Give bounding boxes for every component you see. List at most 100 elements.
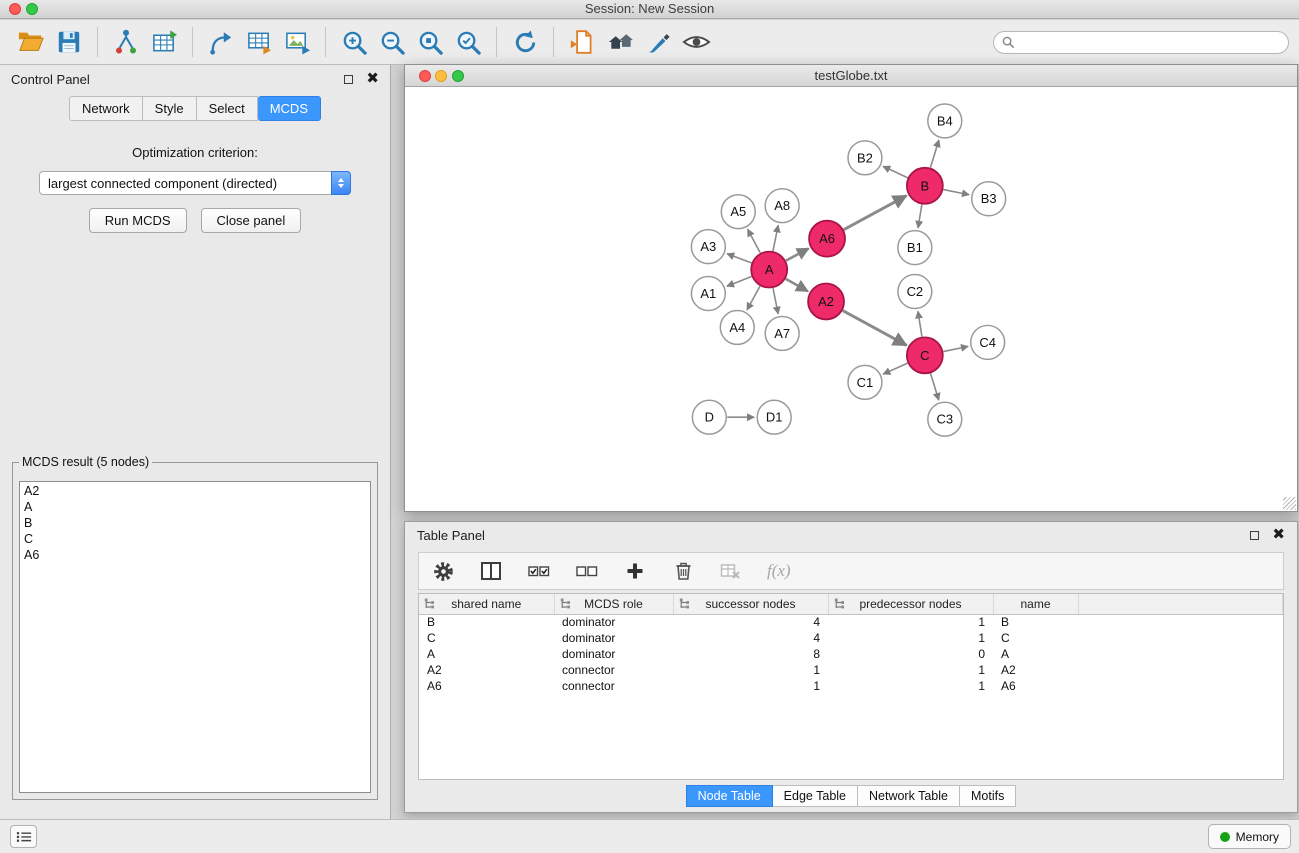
graph-edge-A-A2[interactable]	[786, 279, 808, 291]
graph-edge-A6-B[interactable]	[844, 196, 907, 230]
table-cell[interactable]: B	[419, 614, 554, 630]
table-cell[interactable]: B	[993, 614, 1078, 630]
table-row[interactable]: Cdominator41C	[419, 630, 1283, 646]
graph-edge-A-A8[interactable]	[773, 225, 778, 251]
table-cell[interactable]: 8	[673, 646, 828, 662]
mcds-result-item[interactable]: C	[24, 531, 366, 547]
graph-node-A2[interactable]: A2	[808, 284, 844, 320]
delete-table-icon[interactable]	[719, 559, 743, 583]
table-cell[interactable]: C	[419, 630, 554, 646]
table-cell[interactable]: A2	[419, 662, 554, 678]
table-cell[interactable]: C	[993, 630, 1078, 646]
graph-edge-A-A1[interactable]	[727, 277, 752, 287]
graph-node-A5[interactable]: A5	[721, 195, 755, 229]
table-cell[interactable]: 4	[673, 630, 828, 646]
show-panels-button[interactable]	[10, 825, 37, 848]
graph-node-B4[interactable]: B4	[928, 104, 962, 138]
graph-node-A4[interactable]: A4	[720, 310, 754, 344]
network-window-titlebar[interactable]: testGlobe.txt	[405, 65, 1297, 87]
table-row[interactable]: A6connector11A6	[419, 678, 1283, 694]
graph-node-C2[interactable]: C2	[898, 275, 932, 309]
open-session-icon[interactable]	[563, 24, 601, 60]
float-panel-icon[interactable]	[344, 75, 353, 84]
function-builder-icon[interactable]: f(x)	[767, 561, 791, 581]
graph-node-A1[interactable]: A1	[691, 277, 725, 311]
graph-edge-C-C3[interactable]	[931, 373, 939, 400]
graph-node-A8[interactable]: A8	[765, 189, 799, 223]
graph-node-D1[interactable]: D1	[757, 400, 791, 434]
tab-motifs[interactable]: Motifs	[960, 785, 1016, 807]
home-icon[interactable]	[601, 24, 639, 60]
table-row[interactable]: Adominator80A	[419, 646, 1283, 662]
float-table-panel-icon[interactable]	[1250, 531, 1259, 540]
graph-edge-B-B4[interactable]	[930, 140, 938, 168]
table-cell[interactable]: dominator	[554, 614, 673, 630]
graph-node-B2[interactable]: B2	[848, 141, 882, 175]
delete-column-icon[interactable]	[671, 559, 695, 583]
open-folder-icon[interactable]	[12, 24, 50, 60]
settings-gear-icon[interactable]	[431, 559, 455, 583]
graph-node-C3[interactable]: C3	[928, 402, 962, 436]
tab-mcds[interactable]: MCDS	[258, 96, 321, 121]
import-table-icon[interactable]	[145, 24, 183, 60]
graph-node-A[interactable]: A	[751, 252, 787, 288]
graph-node-B1[interactable]: B1	[898, 231, 932, 265]
table-cell[interactable]: 1	[828, 630, 993, 646]
close-panel-button[interactable]: Close panel	[201, 208, 302, 233]
table-row[interactable]: A2connector11A2	[419, 662, 1283, 678]
graph-edge-A-A6[interactable]	[786, 249, 809, 261]
table-cell[interactable]: 0	[828, 646, 993, 662]
maximize-window-icon[interactable]	[26, 3, 38, 15]
mcds-result-list[interactable]: A2ABCA6	[19, 481, 371, 793]
graph-edge-C-C4[interactable]	[943, 346, 968, 351]
graph-edge-B-B2[interactable]	[883, 166, 908, 177]
export-image-icon[interactable]	[278, 24, 316, 60]
graph-node-C1[interactable]: C1	[848, 365, 882, 399]
maximize-network-icon[interactable]	[452, 70, 464, 82]
close-panel-icon[interactable]: ✖	[366, 74, 379, 84]
column-header-mcds-role[interactable]: MCDS role	[554, 594, 673, 614]
table-cell[interactable]: 1	[828, 678, 993, 694]
graph-node-D[interactable]: D	[692, 400, 726, 434]
table-cell[interactable]: dominator	[554, 630, 673, 646]
table-cell[interactable]: 1	[673, 678, 828, 694]
graph-node-C4[interactable]: C4	[971, 325, 1005, 359]
graph-edge-B-B1[interactable]	[918, 205, 922, 228]
graph-node-A3[interactable]: A3	[691, 230, 725, 264]
mcds-result-item[interactable]: A6	[24, 547, 366, 563]
tab-style[interactable]: Style	[143, 96, 197, 121]
table-cell[interactable]: dominator	[554, 646, 673, 662]
show-hide-icon[interactable]	[677, 24, 715, 60]
save-icon[interactable]	[50, 24, 88, 60]
close-table-panel-icon[interactable]: ✖	[1272, 530, 1285, 540]
tab-select[interactable]: Select	[197, 96, 258, 121]
memory-button[interactable]: Memory	[1208, 824, 1291, 849]
zoom-out-icon[interactable]	[373, 24, 411, 60]
graph-edge-A-A3[interactable]	[727, 254, 751, 263]
export-network-icon[interactable]	[202, 24, 240, 60]
graph-node-A6[interactable]: A6	[809, 221, 845, 257]
table-cell[interactable]: 4	[673, 614, 828, 630]
graph-node-A7[interactable]: A7	[765, 316, 799, 350]
graph-edge-B-B3[interactable]	[943, 190, 969, 195]
table-cell[interactable]: A6	[419, 678, 554, 694]
close-window-icon[interactable]	[9, 3, 21, 15]
refresh-layout-icon[interactable]	[506, 24, 544, 60]
unselect-all-columns-icon[interactable]	[575, 559, 599, 583]
table-cell[interactable]: connector	[554, 662, 673, 678]
zoom-fit-icon[interactable]	[411, 24, 449, 60]
tab-node-table[interactable]: Node Table	[686, 785, 773, 807]
column-header-shared-name[interactable]: shared name	[419, 594, 554, 614]
table-cell[interactable]: 1	[828, 662, 993, 678]
minimize-network-icon[interactable]	[435, 70, 447, 82]
search-input[interactable]	[1020, 36, 1270, 50]
add-column-icon[interactable]	[623, 559, 647, 583]
graph-edge-C-C2[interactable]	[918, 311, 922, 336]
graph-edge-A-A4[interactable]	[747, 286, 760, 310]
run-mcds-button[interactable]: Run MCDS	[89, 208, 187, 233]
graph-edge-A-A5[interactable]	[748, 229, 761, 253]
table-cell[interactable]: connector	[554, 678, 673, 694]
graph-node-B3[interactable]: B3	[972, 182, 1006, 216]
table-cell[interactable]: A	[419, 646, 554, 662]
table-row[interactable]: Bdominator41B	[419, 614, 1283, 630]
